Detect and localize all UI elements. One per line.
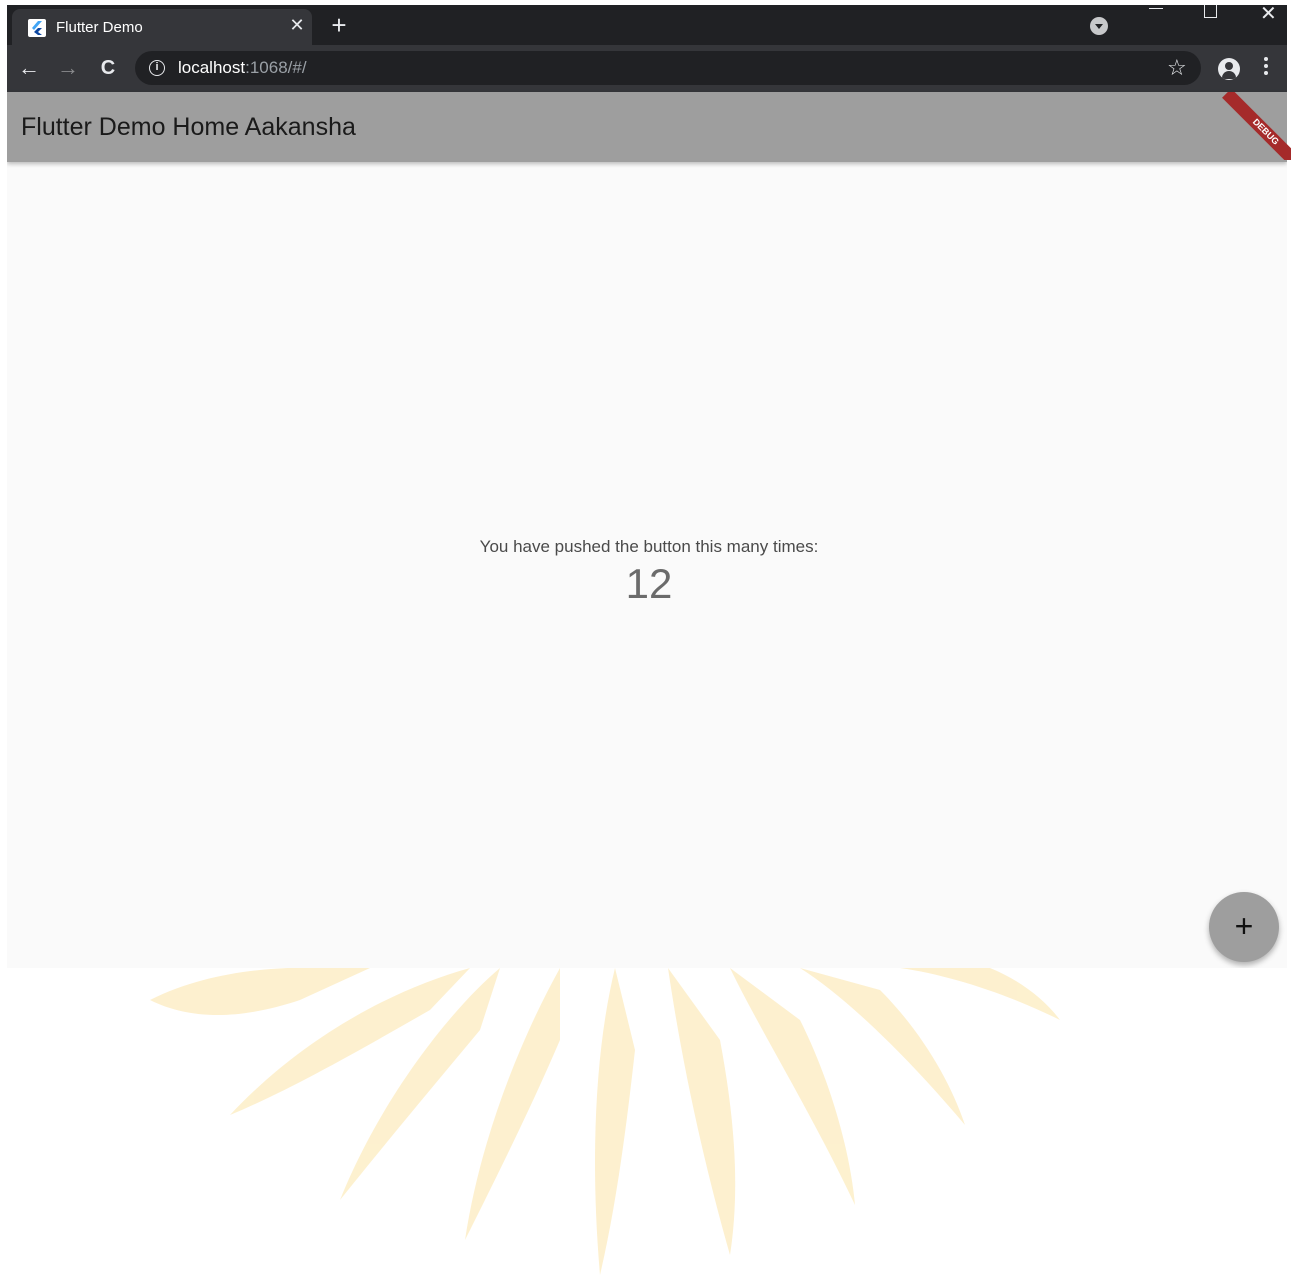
counter-value: 12 [625,560,673,607]
tab-flutter-demo[interactable]: Flutter Demo ✕ [12,9,312,45]
maximize-icon[interactable] [1204,5,1217,18]
counter-label: You have pushed the button this many tim… [479,537,819,556]
debug-label: DEBUG [1222,92,1291,160]
forward-icon[interactable]: → [55,55,81,81]
url-path: :1068/#/ [245,58,307,77]
new-tab-button[interactable]: + [325,12,353,40]
profile-avatar-icon[interactable] [1218,58,1240,80]
minimize-icon[interactable] [1149,8,1163,9]
tab-search-icon[interactable] [1090,17,1108,35]
address-bar[interactable]: i localhost:1068/#/ ☆ [135,51,1201,85]
browser-window: Flutter Demo ✕ + ✕ ← → C i localhost:106… [7,5,1287,968]
bookmark-star-icon[interactable]: ☆ [1167,55,1187,81]
url-host: localhost [178,58,246,77]
tab-strip: Flutter Demo ✕ + ✕ [7,5,1287,45]
increment-fab-button[interactable]: + [1209,892,1279,962]
reload-icon[interactable]: C [95,55,121,81]
tab-close-icon[interactable]: ✕ [286,14,308,36]
app-body: You have pushed the button this many tim… [7,162,1287,968]
debug-banner: DEBUG [1217,92,1291,160]
browser-toolbar: ← → C i localhost:1068/#/ ☆ [7,45,1287,92]
back-icon[interactable]: ← [16,55,42,81]
flutter-logo-icon [28,19,46,37]
window-close-icon[interactable]: ✕ [1260,5,1277,26]
tab-title: Flutter Demo [56,19,143,36]
kebab-menu-icon[interactable] [1263,57,1269,79]
info-icon[interactable]: i [149,60,165,76]
url-text[interactable]: localhost:1068/#/ [178,58,307,78]
page-title: Flutter Demo Home Aakansha [21,113,356,141]
app-bar: Flutter Demo Home Aakansha [7,92,1287,162]
